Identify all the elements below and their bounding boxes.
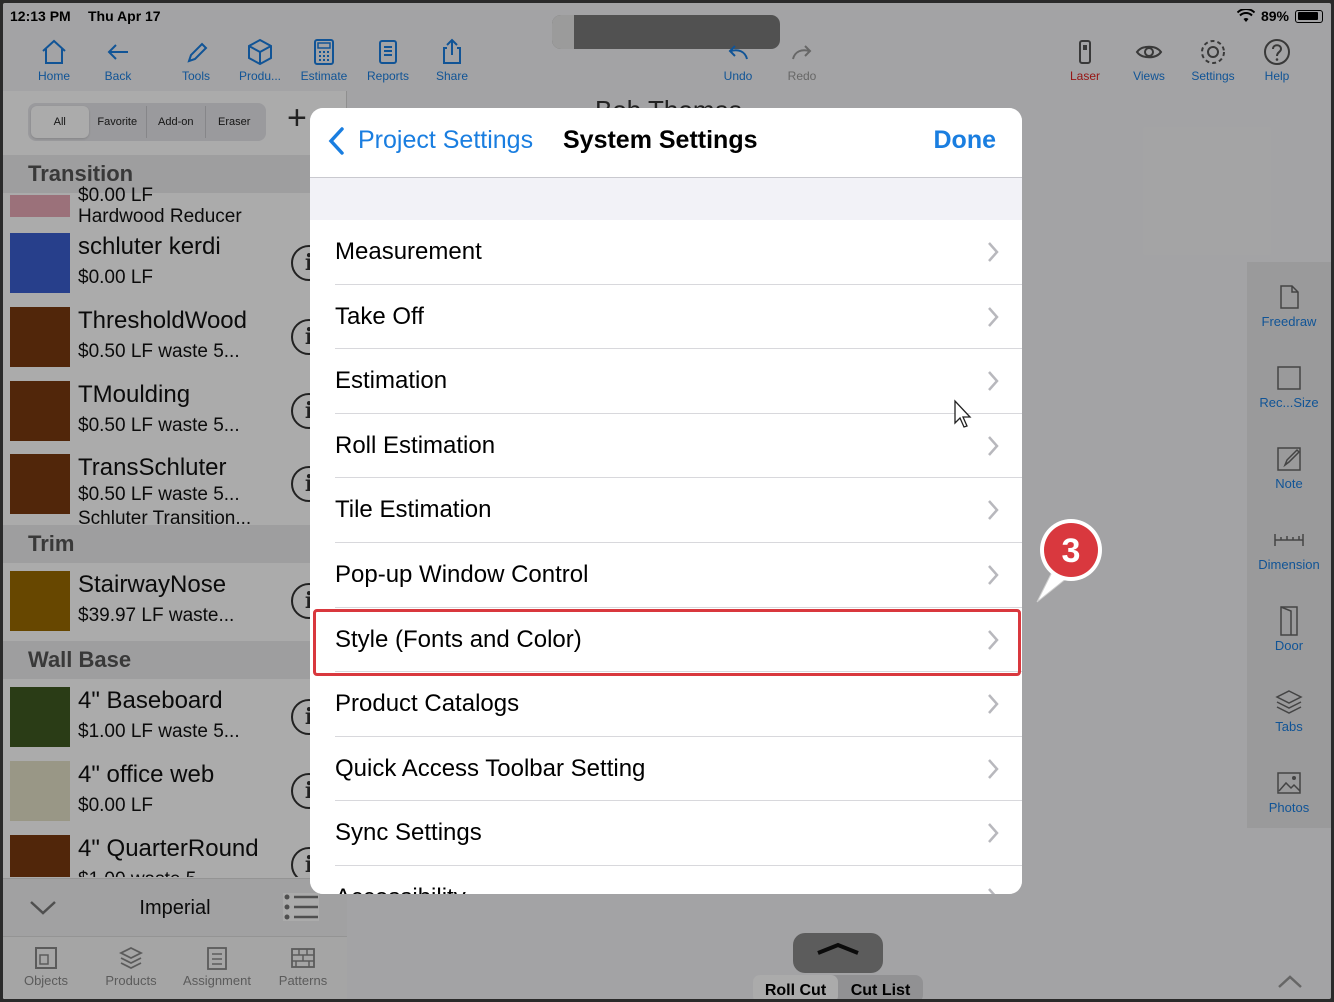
settings-row-quick-access-toolbar[interactable]: Quick Access Toolbar Setting: [335, 737, 1022, 802]
settings-list: Measurement Take Off Estimation Roll Est…: [310, 220, 1022, 894]
settings-row-label: Product Catalogs: [335, 690, 520, 718]
settings-row-label: Estimation: [335, 367, 448, 395]
done-button[interactable]: Done: [934, 126, 997, 155]
settings-row-label: Sync Settings: [335, 819, 482, 847]
settings-row-label: Take Off: [335, 302, 424, 330]
settings-row-roll-estimation[interactable]: Roll Estimation: [335, 414, 1022, 479]
pointer-cursor-icon: [954, 399, 972, 428]
chevron-right-icon: [988, 758, 999, 779]
chevron-right-icon: [988, 888, 996, 894]
step-number: 3: [1062, 532, 1081, 570]
settings-row-estimation[interactable]: Estimation: [335, 349, 1022, 414]
step-callout: 3: [1036, 519, 1102, 603]
modal-nav-bar: Project Settings System Settings Done: [310, 108, 1022, 178]
chevron-right-icon: [988, 242, 999, 262]
modal-title: System Settings: [563, 126, 758, 154]
chevron-right-icon: [988, 694, 999, 714]
settings-row-label: Pop-up Window Control: [335, 560, 589, 588]
ipad-screen: 12:13 PM Thu Apr 17 89% Home Back Tools …: [3, 3, 1331, 999]
settings-row-accessibility[interactable]: Accessibility: [335, 866, 1022, 894]
settings-row-product-catalogs[interactable]: Product Catalogs: [335, 672, 1022, 737]
back-to-project-settings-button[interactable]: Project Settings: [328, 126, 533, 155]
settings-row-label: Roll Estimation: [335, 431, 496, 459]
back-button-label: Project Settings: [358, 126, 534, 154]
settings-row-label: Measurement: [335, 238, 482, 265]
chevron-left-icon: [328, 126, 344, 155]
settings-row-sync-settings[interactable]: Sync Settings: [335, 801, 1022, 866]
settings-row-popup-window-control[interactable]: Pop-up Window Control: [335, 543, 1022, 608]
settings-row-measurement[interactable]: Measurement: [335, 220, 1022, 285]
highlight-box: [313, 609, 1021, 676]
settings-row-label: Accessibility: [335, 884, 466, 894]
chevron-right-icon: [988, 500, 999, 521]
chevron-right-icon: [988, 306, 999, 327]
chevron-right-icon: [988, 435, 999, 456]
system-settings-modal: Project Settings System Settings Done Me…: [310, 108, 1022, 894]
chevron-right-icon: [988, 823, 999, 844]
settings-row-tile-estimation[interactable]: Tile Estimation: [335, 478, 1022, 543]
settings-row-label: Tile Estimation: [335, 496, 492, 524]
settings-row-label: Quick Access Toolbar Setting: [335, 754, 646, 782]
chevron-right-icon: [988, 565, 999, 585]
chevron-right-icon: [988, 371, 999, 392]
settings-row-take-off[interactable]: Take Off: [335, 285, 1022, 350]
